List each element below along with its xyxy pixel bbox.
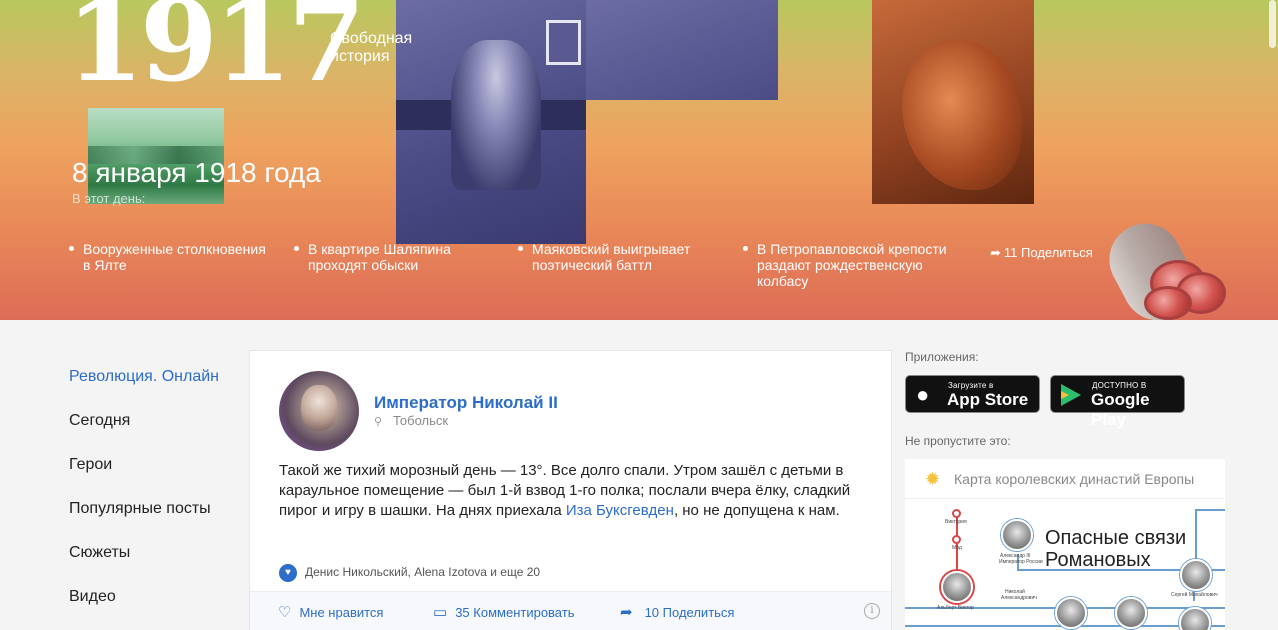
heart-outline-icon: ♡ [278, 604, 292, 621]
share-arrow-icon: ➦ [620, 604, 633, 621]
sun-icon: ✹ [925, 469, 941, 489]
portrait-relative [1179, 607, 1211, 630]
share-button[interactable]: ➦ 10 Поделиться [620, 603, 734, 621]
comment-icon: ▭ [433, 604, 448, 621]
post-location: ⚲ Тобольск [374, 413, 449, 428]
hero-subtitle: В этот день: [72, 191, 146, 206]
site-logo-subtitle: Свободная история [330, 30, 413, 65]
hero-event-link[interactable]: В Петропавловской крепости раздают рожде… [743, 241, 947, 289]
info-icon[interactable]: i [864, 603, 880, 619]
hero-event-link[interactable]: Маяковский выигрывает поэтический баттл [518, 241, 690, 273]
apple-icon: ● [916, 382, 930, 407]
portrait-aleksandr-iii [1001, 519, 1033, 551]
google-play-icon [1061, 384, 1081, 406]
hero-date: 8 января 1918 года [72, 157, 321, 188]
post-author-name[interactable]: Император Николай II [374, 393, 558, 413]
portrait-relative [1115, 597, 1147, 629]
yalta-photo [88, 108, 224, 204]
promo-header: ✹ Карта королевских династий Европы [905, 459, 1225, 499]
portrait-albert-viktor [941, 571, 973, 603]
promo-card[interactable]: ✹ Карта королевских династий Европы Викт… [905, 459, 1225, 630]
nav-item-popular-posts[interactable]: Популярные посты [69, 500, 219, 544]
hero-share-button[interactable]: ➦ 11 Поделиться [990, 245, 1093, 261]
photo-strip [586, 0, 778, 100]
likes-summary[interactable]: ♥ Денис Никольский, Alena Izotova и еще 2… [279, 564, 540, 582]
person-link[interactable]: Иза Буксгевден [566, 502, 674, 519]
dynasty-map-preview: Виктория Мод Альберт Виктор Александр II… [905, 499, 1225, 630]
portrait-nikolay [1055, 597, 1087, 629]
google-play-button[interactable]: ДОСТУПНО В Google Play [1050, 375, 1185, 429]
share-arrow-icon: ➦ [990, 245, 1001, 260]
nav-item-heroes[interactable]: Герои [69, 456, 219, 500]
sausage-illustration [1096, 210, 1236, 320]
post-card: Император Николай II ⚲ Тобольск Такой же … [249, 350, 892, 630]
promo-title: Карта королевских династий Европы [954, 471, 1195, 487]
post-actions-bar: ♡ Мне нравится ▭ 35 Комментировать ➦ 10 Под… [250, 591, 891, 630]
location-pin-icon: ⚲ [374, 416, 383, 428]
site-logo[interactable]: 1917 [66, 0, 366, 98]
author-avatar[interactable] [279, 371, 359, 451]
like-button[interactable]: ♡ Мне нравится [278, 603, 383, 621]
nav-item-today[interactable]: Сегодня [69, 412, 219, 456]
hero-event-link[interactable]: В квартире Шаляпина проходят обыски [294, 241, 451, 273]
app-store-button[interactable]: ● Загрузите в App Store [905, 375, 1040, 413]
hero-event-link[interactable]: Вооруженные столкновения в Ялте [69, 241, 266, 273]
post-body: Такой же тихий морозный день — 13°. Все … [279, 462, 851, 519]
nav-item-video[interactable]: Видео [69, 588, 219, 630]
mayakovsky-portrait-photo [872, 0, 1034, 204]
page-scrollbar[interactable] [1269, 0, 1276, 48]
heart-badge-icon: ♥ [279, 564, 297, 582]
promo-heading: Опасные связи Романовых [1045, 527, 1187, 571]
left-navigation: Революция. Онлайн Сегодня Герои Популярн… [69, 368, 219, 630]
apps-label: Приложения: [905, 350, 979, 364]
nav-item-revolution-online[interactable]: Революция. Онлайн [69, 368, 219, 412]
nav-item-stories[interactable]: Сюжеты [69, 544, 219, 588]
hero-banner: 1917 Свободная история 8 января 1918 год… [0, 0, 1278, 320]
comment-button[interactable]: ▭ 35 Комментировать [433, 603, 574, 621]
dont-miss-label: Не пропустите это: [905, 434, 1011, 448]
